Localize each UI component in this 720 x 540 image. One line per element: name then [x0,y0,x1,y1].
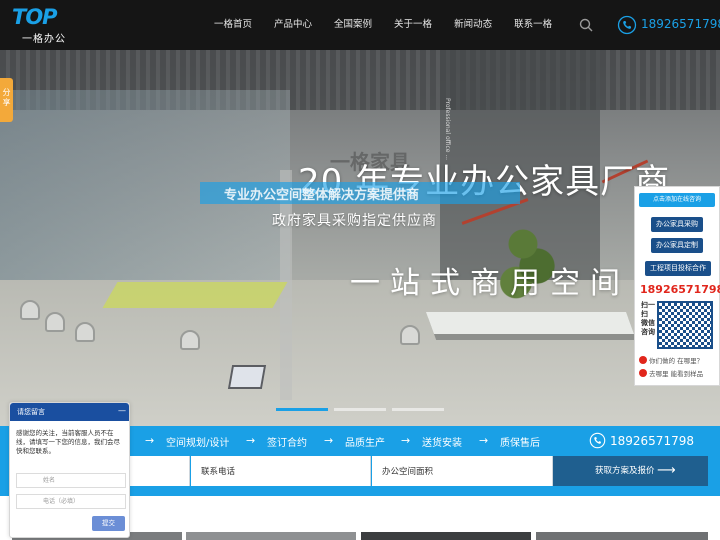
thumbnail[interactable] [186,532,356,540]
slide-dot[interactable] [334,408,386,411]
purchase-button[interactable]: 办公家具采购 [651,217,703,232]
step-aftersales: 质保售后 [500,438,540,449]
nav-item-news[interactable]: 新闻动态 [454,0,492,50]
thumbnail[interactable] [536,532,708,540]
slide-dot[interactable] [276,408,328,411]
arrow-right-icon: → [246,434,256,447]
bid-cooperation-button[interactable]: 工程项目投标合作 [645,261,711,276]
banner-chair [20,300,40,320]
phone-field[interactable]: 联系电话 [191,456,371,486]
arrow-right-icon: → [479,434,489,447]
chat-widget: 请您留言 — 感谢您的关注，当前客服人员不在线，请填写一下您的信息，我们会尽快和… [9,402,130,538]
faq-item-label: 去哪里 能看到样品 [649,370,704,378]
banner-subtitle: 政府家具采购指定供应商 [272,213,437,229]
arrow-right-icon: → [401,434,411,447]
phone-icon [589,432,606,449]
logo[interactable]: TOP 一格办公 [12,5,76,45]
faq-item[interactable]: 你们做的 在哪里？ [639,355,703,365]
banner-vertical-caption: Professional office ... [444,98,451,161]
nav-item-cases[interactable]: 全国案例 [334,0,372,50]
step-contract: 签订合约 [267,438,307,449]
slide-indicators [276,408,450,411]
logo-subtitle: 一格办公 [22,34,66,45]
scan-caption: 扫一扫 微信咨询 [641,301,655,336]
nav-item-home[interactable]: 一格首页 [214,0,252,50]
online-consult-button[interactable]: 点击添加在线咨询 [639,193,715,207]
banner-chair [75,322,95,342]
customize-button[interactable]: 办公家具定制 [651,238,703,253]
main-nav: 一格首页 产品中心 全国案例 关于一格 新闻动态 联系一格 [214,0,574,50]
banner-tagline: 一站式商用空间 [350,266,630,301]
area-field[interactable]: 办公空间面积 [372,456,553,486]
thumbnail[interactable] [361,532,531,540]
banner-meeting-table [102,282,288,308]
banner-desk [425,312,635,334]
nav-item-contact[interactable]: 联系一格 [514,0,552,50]
chat-phone-input[interactable]: 电话（必填） [16,494,126,509]
banner-chair [45,312,65,332]
banner-chair [400,325,420,345]
chat-title: 请您留言 [17,408,45,416]
hero-banner[interactable]: Professional office ... 一格家具 20 年专业办公家具厂… [0,50,720,426]
nav-item-products[interactable]: 产品中心 [274,0,312,50]
get-quote-label: 获取方案及报价 [595,466,655,476]
minimize-icon[interactable]: — [118,407,126,415]
chat-name-input[interactable]: 姓名 [16,473,126,488]
faq-item-label: 你们做的 在哪里？ [649,357,704,365]
nav-item-about[interactable]: 关于一格 [394,0,432,50]
step-production: 品质生产 [345,438,385,449]
process-phone-number: 18926571798 [610,434,694,448]
float-phone-number: 18926571798 [640,283,720,296]
phone-field-label: 联系电话 [201,467,236,477]
chat-header[interactable]: 请您留言 — [10,403,129,421]
arrow-right-icon: ⟶ [657,463,676,478]
step-planning: 空间规划/设计 [166,438,230,449]
phone-icon [617,15,637,35]
chat-submit-button[interactable]: 提交 [92,516,125,531]
contact-float-panel: 点击添加在线咨询 办公家具采购 办公家具定制 工程项目投标合作 18926571… [634,186,720,386]
banner-strip-text: 专业办公空间整体解决方案提供商 [224,188,420,203]
chat-bubble-icon [639,369,647,377]
search-icon[interactable] [578,17,594,33]
site-header: TOP 一格办公 一格首页 产品中心 全国案例 关于一格 新闻动态 联系一格 1… [0,0,720,50]
step-installation: 送货安装 [422,438,462,449]
area-field-label: 办公空间面积 [382,467,434,477]
chat-message: 感谢您的关注，当前客服人员不在线，请填写一下您的信息，我们会尽快和您联系。 [16,429,120,455]
slide-dot[interactable] [392,408,444,411]
banner-laptop [227,365,267,389]
get-quote-button[interactable]: 获取方案及报价 ⟶ [553,456,708,486]
arrow-right-icon: → [324,434,334,447]
faq-item[interactable]: 去哪里 能看到样品 [639,368,703,378]
wechat-qr-code [657,301,713,349]
banner-chair [180,330,200,350]
chat-bubble-icon [639,356,647,364]
logo-mark: TOP [12,5,58,29]
share-tab[interactable]: 分享 [0,78,13,122]
header-phone-number: 18926571798 [641,17,720,31]
arrow-right-icon: → [145,434,155,447]
